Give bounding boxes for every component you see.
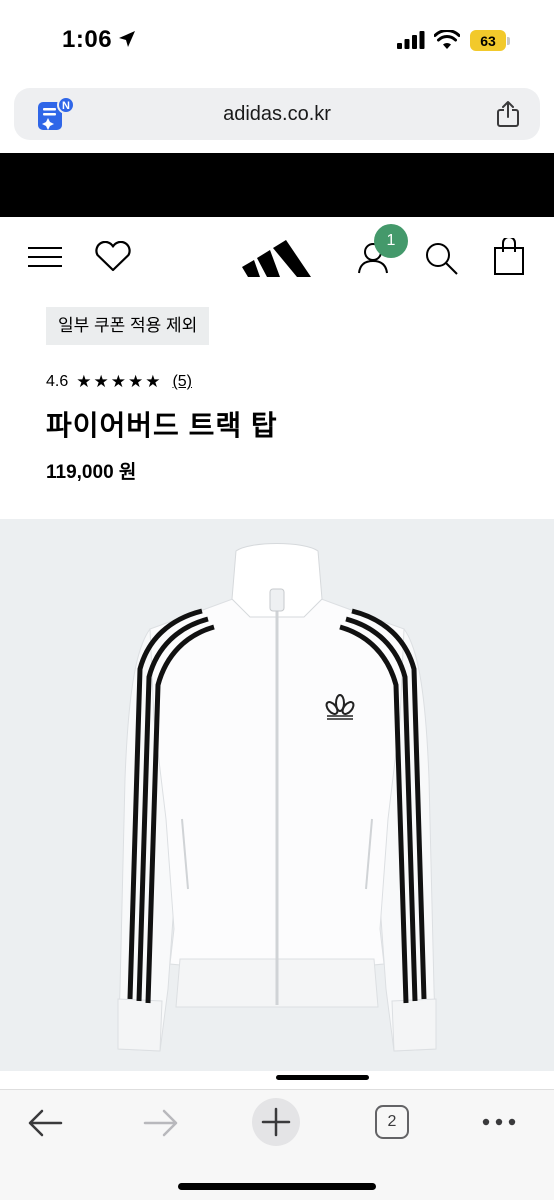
battery-icon: 63 bbox=[470, 30, 506, 51]
bag-icon[interactable] bbox=[493, 238, 525, 276]
product-title: 파이어버드 트랙 탑 bbox=[46, 410, 278, 441]
track-jacket-image bbox=[117, 543, 437, 1052]
menu-icon[interactable] bbox=[27, 246, 63, 268]
product-image[interactable] bbox=[0, 519, 554, 1071]
battery-nub bbox=[507, 37, 510, 45]
cellular-signal-icon bbox=[397, 31, 425, 49]
rating-row[interactable]: 4.6 ★★★★★ (5) bbox=[46, 372, 192, 392]
rating-stars: ★★★★★ bbox=[76, 372, 163, 391]
adidas-logo[interactable] bbox=[240, 234, 312, 278]
extension-badge: N bbox=[62, 100, 70, 112]
review-count-link[interactable]: (5) bbox=[172, 373, 192, 391]
coupon-exclusion-tag: 일부 쿠폰 적용 제외 bbox=[46, 307, 210, 345]
page-assistant-icon[interactable]: N bbox=[36, 96, 76, 132]
url-text[interactable]: adidas.co.kr bbox=[14, 88, 540, 140]
home-indicator bbox=[178, 1183, 376, 1190]
forward-arrow-icon[interactable] bbox=[143, 1108, 179, 1138]
status-time: 1:06 bbox=[62, 26, 113, 53]
rating-score: 4.6 bbox=[46, 373, 69, 390]
share-icon[interactable] bbox=[496, 100, 520, 128]
search-icon[interactable] bbox=[424, 241, 460, 275]
address-bar[interactable]: adidas.co.kr N bbox=[14, 88, 540, 140]
cart-count-badge: 1 bbox=[374, 224, 408, 258]
wifi-icon bbox=[434, 30, 460, 49]
site-header: 1 bbox=[0, 217, 554, 297]
tabs-button[interactable]: 2 bbox=[375, 1105, 409, 1139]
location-arrow-icon bbox=[119, 31, 135, 47]
promo-banner[interactable] bbox=[0, 153, 554, 217]
product-price: 119,000 원 bbox=[46, 462, 137, 483]
more-icon[interactable] bbox=[481, 1117, 517, 1127]
status-bar: 1:06 63 bbox=[0, 0, 554, 80]
new-tab-button[interactable] bbox=[252, 1098, 300, 1146]
back-arrow-icon[interactable] bbox=[27, 1108, 63, 1138]
plus-icon bbox=[261, 1107, 291, 1137]
image-carousel-indicator bbox=[276, 1075, 369, 1080]
heart-icon[interactable] bbox=[93, 241, 133, 273]
